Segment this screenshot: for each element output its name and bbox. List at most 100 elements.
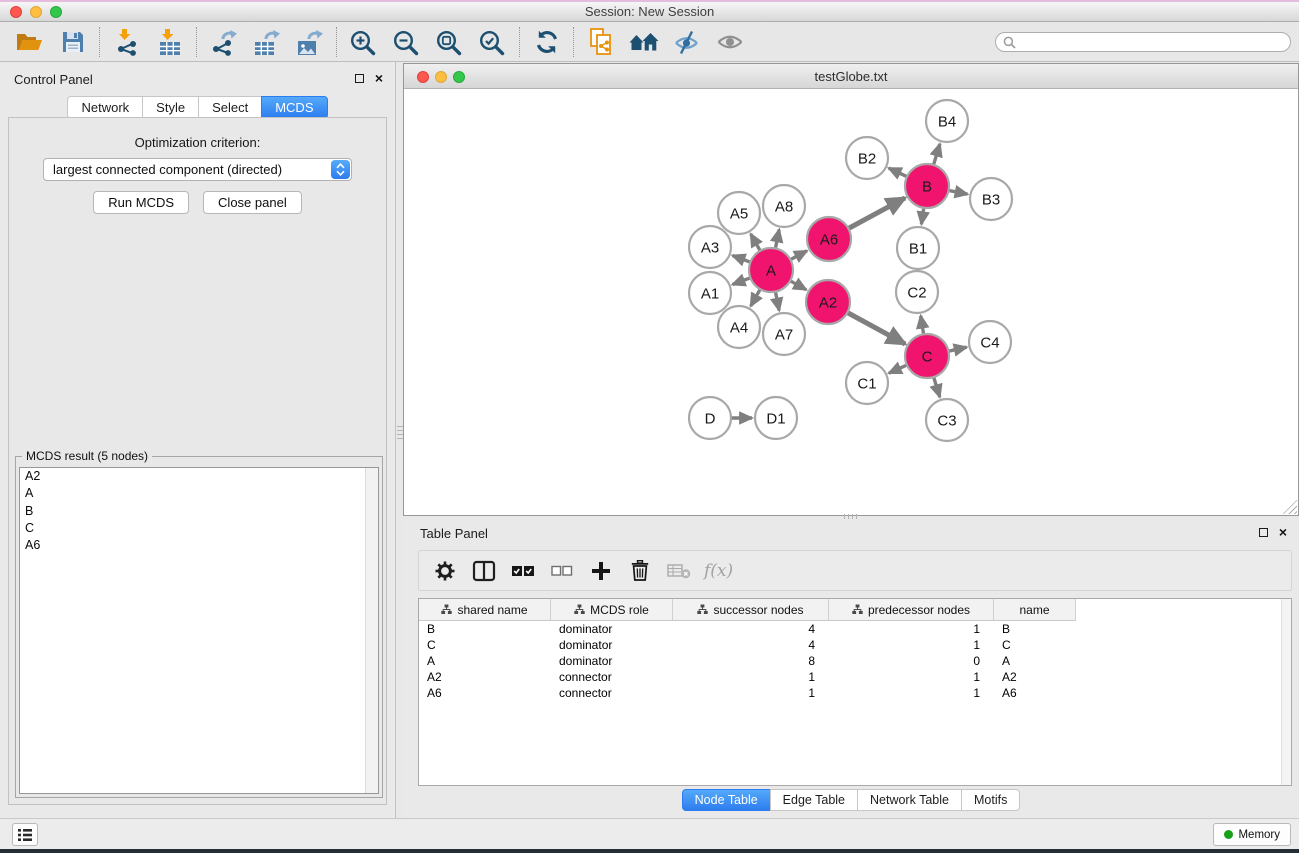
tab-select[interactable]: Select	[198, 96, 262, 119]
result-scrollbar[interactable]	[365, 468, 378, 793]
run-mcds-button[interactable]: Run MCDS	[93, 191, 189, 214]
save-session-button[interactable]	[51, 24, 94, 60]
delete-table-button[interactable]	[661, 554, 697, 588]
hierarchy-icon	[441, 604, 452, 615]
criterion-dropdown[interactable]: largest connected component (directed)	[43, 158, 352, 181]
graph-edge-A2-C[interactable]	[847, 313, 905, 345]
result-item[interactable]: C	[20, 520, 378, 537]
table-row-A2[interactable]: A2connector11A2	[419, 669, 1291, 685]
cell-name: A6	[994, 686, 1076, 700]
table-row-B[interactable]: Bdominator41B	[419, 621, 1291, 637]
select-all-button[interactable]	[505, 554, 541, 588]
export-network-button[interactable]	[202, 24, 245, 60]
search-input[interactable]	[1020, 35, 1283, 49]
graph-edge-B-B1[interactable]	[921, 208, 923, 224]
import-network-button[interactable]	[105, 24, 148, 60]
result-item[interactable]: A2	[20, 468, 378, 485]
column-header-predecessor-nodes[interactable]: predecessor nodes	[829, 599, 994, 621]
table-settings-button[interactable]	[427, 554, 463, 588]
graph-edge-B-B2[interactable]	[889, 168, 907, 177]
graph-edge-C-C1[interactable]	[889, 365, 907, 373]
tab-network-table[interactable]: Network Table	[857, 789, 962, 811]
column-header-shared-name[interactable]: shared name	[419, 599, 551, 621]
search-field[interactable]	[995, 32, 1291, 52]
table-row-C[interactable]: Cdominator41C	[419, 637, 1291, 653]
close-network-button[interactable]	[417, 71, 429, 83]
control-panel-title: Control Panel	[14, 72, 93, 87]
delete-column-button[interactable]	[622, 554, 658, 588]
zoom-out-button[interactable]	[385, 24, 428, 60]
zoom-window-button[interactable]	[50, 6, 62, 18]
home-button[interactable]	[622, 24, 665, 60]
window-controls[interactable]	[10, 6, 62, 18]
result-item[interactable]: A6	[20, 537, 378, 554]
column-header-successor-nodes[interactable]: successor nodes	[673, 599, 829, 621]
column-header-name[interactable]: name	[994, 599, 1076, 621]
import-table-button[interactable]	[148, 24, 191, 60]
graph-edge-B-B4[interactable]	[934, 144, 940, 165]
graph-edge-A-A7[interactable]	[775, 292, 779, 311]
add-column-button[interactable]	[583, 554, 619, 588]
graph-edge-B-B3[interactable]	[949, 190, 968, 194]
deselect-all-button[interactable]	[544, 554, 580, 588]
graph-edge-A-A4[interactable]	[751, 289, 761, 306]
graph-edge-C-C3[interactable]	[934, 377, 940, 397]
show-details-eye-button[interactable]	[708, 24, 751, 60]
table-row-A[interactable]: Adominator80A	[419, 653, 1291, 669]
task-history-button[interactable]	[12, 823, 38, 846]
zoom-network-button[interactable]	[453, 71, 465, 83]
mcds-result-list[interactable]: A2ABCA6	[19, 467, 379, 794]
table-scrollbar[interactable]	[1281, 599, 1291, 785]
table-row-A6[interactable]: A6connector11A6	[419, 685, 1291, 701]
graph-edge-A-A5[interactable]	[751, 234, 761, 251]
cell-shared-name: A	[419, 654, 551, 668]
zoom-fit-button[interactable]	[428, 24, 471, 60]
close-table-panel-icon[interactable]: ×	[1279, 527, 1287, 537]
graph-edge-C-C2[interactable]	[921, 316, 924, 335]
tab-mcds[interactable]: MCDS	[261, 96, 327, 119]
criterion-value: largest connected component (directed)	[44, 162, 331, 177]
graph-edge-A6-B[interactable]	[848, 198, 905, 229]
new-network-from-selection-button[interactable]	[579, 24, 622, 60]
open-file-button[interactable]	[8, 24, 51, 60]
graph-node-label-D: D	[705, 410, 716, 427]
graph-edge-A-A8[interactable]	[775, 230, 779, 249]
zoom-in-button[interactable]	[342, 24, 385, 60]
zoom-selected-button[interactable]	[471, 24, 514, 60]
tab-network[interactable]: Network	[67, 96, 143, 119]
network-canvas-svg[interactable]: AA1A2A3A4A5A6A7A8BB1B2B3B4CC1C2C3C4DD1	[404, 89, 1298, 515]
minimize-window-button[interactable]	[30, 6, 42, 18]
graph-edge-C-C4[interactable]	[949, 347, 967, 351]
close-panel-icon[interactable]: ×	[375, 73, 383, 83]
export-image-button[interactable]	[288, 24, 331, 60]
cell-mcds-role: connector	[551, 670, 673, 684]
tab-style[interactable]: Style	[142, 96, 199, 119]
network-window-titlebar[interactable]: testGlobe.txt	[404, 64, 1298, 89]
tab-edge-table[interactable]: Edge Table	[770, 789, 858, 811]
cell-name: C	[994, 638, 1076, 652]
cell-mcds-role: dominator	[551, 654, 673, 668]
minimize-network-button[interactable]	[435, 71, 447, 83]
result-item[interactable]: B	[20, 503, 378, 520]
float-panel-icon[interactable]	[355, 74, 364, 83]
function-builder-button[interactable]: f(x)	[700, 561, 733, 581]
export-table-button[interactable]	[245, 24, 288, 60]
close-panel-button[interactable]: Close panel	[203, 191, 302, 214]
column-header-mcds-role[interactable]: MCDS role	[551, 599, 673, 621]
network-title: testGlobe.txt	[815, 69, 888, 84]
graph-edge-A-A2[interactable]	[790, 281, 806, 290]
hide-details-eye-button[interactable]	[665, 24, 708, 60]
memory-button[interactable]: Memory	[1213, 823, 1291, 846]
graph-edge-A-A1[interactable]	[733, 278, 751, 285]
float-table-panel-icon[interactable]	[1259, 528, 1268, 537]
vertical-splitter-grip[interactable]	[397, 426, 403, 442]
close-window-button[interactable]	[10, 6, 22, 18]
hierarchy-icon	[574, 604, 585, 615]
refresh-button[interactable]	[525, 24, 568, 60]
tab-node-table[interactable]: Node Table	[682, 789, 771, 811]
graph-edge-A-A3[interactable]	[733, 256, 751, 263]
result-item[interactable]: A	[20, 485, 378, 502]
column-browse-button[interactable]	[466, 554, 502, 588]
graph-edge-A-A6[interactable]	[790, 251, 807, 260]
tab-motifs[interactable]: Motifs	[961, 789, 1020, 811]
